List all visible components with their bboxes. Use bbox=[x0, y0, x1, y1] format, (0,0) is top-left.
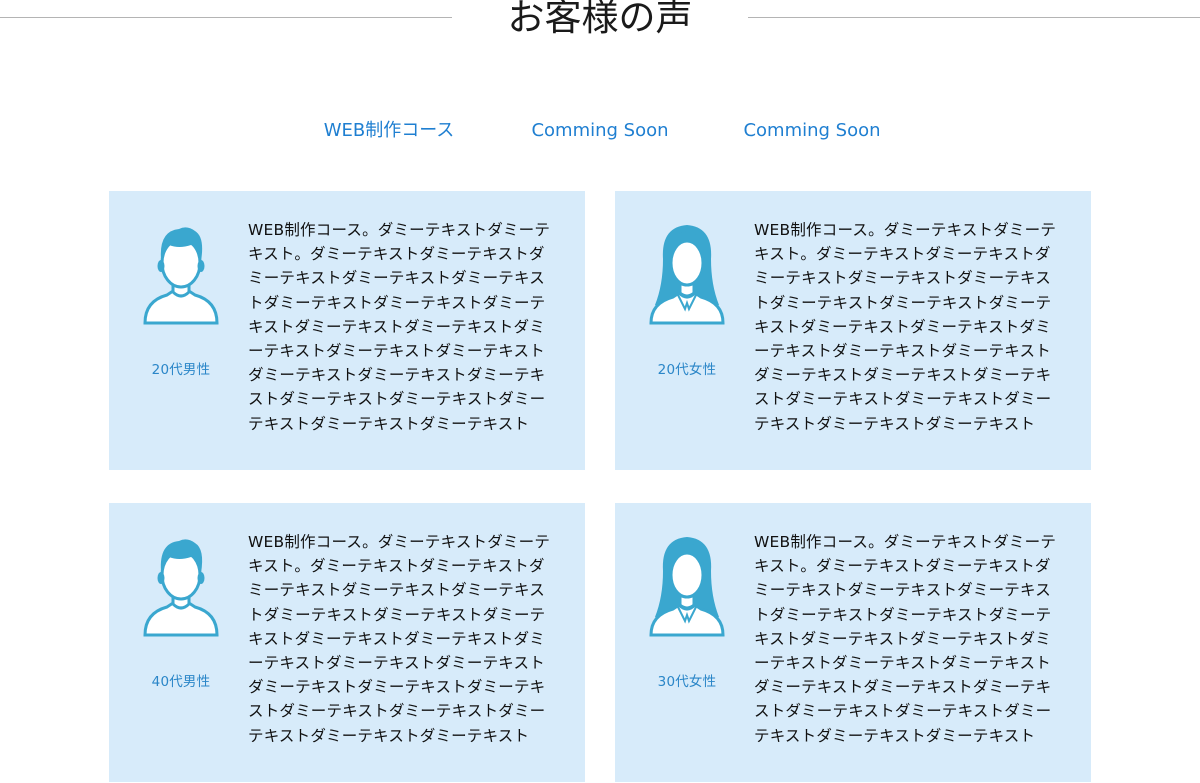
section-heading: お客様の声 bbox=[0, 0, 1200, 44]
heading-rule-left bbox=[0, 17, 452, 18]
heading-rule-right bbox=[748, 17, 1200, 18]
section-title: お客様の声 bbox=[507, 0, 693, 39]
male-user-icon bbox=[139, 531, 223, 641]
testimonial-card: 40代男性 WEB制作コース。ダミーテキストダミーテキスト。ダミーテキストダミー… bbox=[109, 503, 585, 782]
male-user-icon bbox=[139, 219, 223, 329]
testimonials-page: お客様の声 WEB制作コース Comming Soon Comming Soon bbox=[0, 0, 1200, 783]
customer-age-label: 20代女性 bbox=[657, 362, 717, 378]
tab-coming-soon-1[interactable]: Comming Soon bbox=[520, 118, 680, 144]
testimonial-card: 20代女性 WEB制作コース。ダミーテキストダミーテキスト。ダミーテキストダミー… bbox=[615, 191, 1091, 470]
testimonial-card: 20代男性 WEB制作コース。ダミーテキストダミーテキスト。ダミーテキストダミー… bbox=[109, 191, 585, 470]
testimonial-text: WEB制作コース。ダミーテキストダミーテキスト。ダミーテキストダミーテキストダミ… bbox=[754, 533, 1057, 745]
testimonial-text: WEB制作コース。ダミーテキストダミーテキスト。ダミーテキストダミーテキストダミ… bbox=[248, 533, 551, 745]
female-user-icon bbox=[645, 219, 729, 329]
testimonial-text: WEB制作コース。ダミーテキストダミーテキスト。ダミーテキストダミーテキストダミ… bbox=[754, 221, 1057, 433]
customer-age-label: 40代男性 bbox=[151, 674, 211, 690]
female-user-icon bbox=[645, 531, 729, 641]
customer-age-label: 30代女性 bbox=[657, 674, 717, 690]
tab-web-course[interactable]: WEB制作コース bbox=[311, 118, 467, 148]
testimonial-text: WEB制作コース。ダミーテキストダミーテキスト。ダミーテキストダミーテキストダミ… bbox=[248, 221, 551, 433]
customer-age-label: 20代男性 bbox=[151, 362, 211, 378]
testimonial-card: 30代女性 WEB制作コース。ダミーテキストダミーテキスト。ダミーテキストダミー… bbox=[615, 503, 1091, 782]
tab-coming-soon-2[interactable]: Comming Soon bbox=[732, 118, 892, 144]
course-tabs: WEB制作コース Comming Soon Comming Soon bbox=[0, 112, 1200, 152]
